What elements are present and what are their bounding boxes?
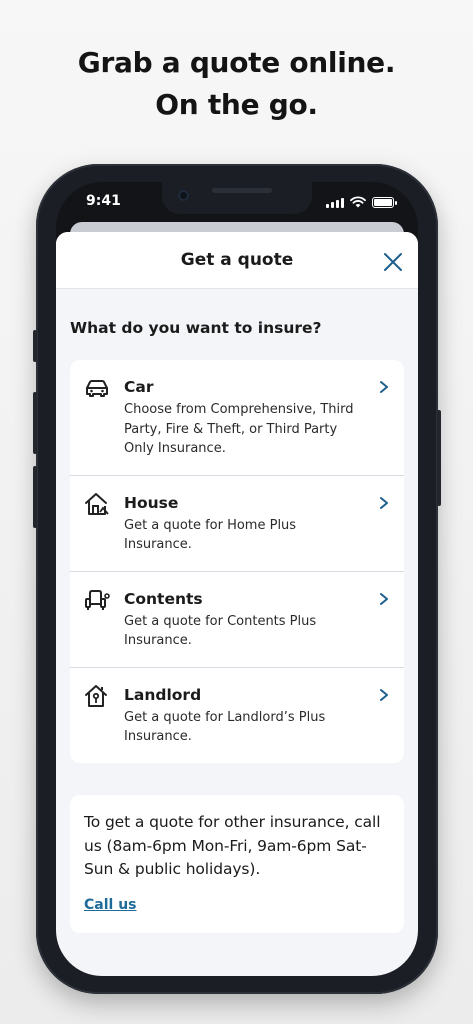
sheet-header: Get a quote — [56, 232, 418, 289]
option-landlord[interactable]: Landlord Get a quote for Landlord’s Plus… — [70, 668, 404, 763]
house-key-icon — [85, 684, 107, 707]
chevron-right-icon — [380, 688, 388, 701]
hero-line-1: Grab a quote online. — [77, 46, 396, 79]
option-landlord-title: Landlord — [124, 685, 202, 704]
call-us-link[interactable]: Call us — [84, 897, 137, 913]
status-time: 9:41 — [86, 193, 121, 209]
status-icons — [326, 196, 397, 208]
hero-line-2: On the go. — [155, 88, 318, 121]
option-house[interactable]: House Get a quote for Home Plus Insuranc… — [70, 476, 404, 572]
speaker-grille — [212, 188, 272, 193]
quote-sheet: Get a quote What do you want to insure? … — [56, 232, 418, 976]
option-car[interactable]: Car Choose from Comprehensive, Third Par… — [70, 360, 404, 476]
option-landlord-description: Get a quote for Landlord’s Plus Insuranc… — [124, 709, 326, 745]
other-insurance-info: To get a quote for other insurance, call… — [70, 795, 404, 933]
camera-icon — [178, 190, 189, 201]
volume-down-button — [33, 466, 37, 528]
insure-question: What do you want to insure? — [70, 319, 322, 337]
phone-frame: 9:41 Get a quote What do you want to ins… — [33, 164, 441, 994]
option-contents-title: Contents — [124, 589, 203, 608]
chevron-right-icon — [380, 496, 388, 509]
option-house-description: Get a quote for Home Plus Insurance. — [124, 517, 297, 553]
volume-up-button — [33, 392, 37, 454]
hero-headline: Grab a quote online. On the go. — [0, 42, 473, 126]
battery-icon — [372, 196, 397, 208]
option-car-title: Car — [124, 378, 154, 396]
notch — [162, 182, 312, 214]
car-icon — [86, 380, 108, 397]
wifi-icon — [350, 196, 366, 208]
phone-screen: 9:41 Get a quote What do you want to ins… — [56, 182, 418, 976]
option-house-title: House — [124, 493, 179, 512]
house-icon — [85, 492, 109, 515]
other-insurance-text: To get a quote for other insurance, call… — [84, 813, 381, 878]
sheet-title: Get a quote — [180, 250, 294, 270]
insurance-options-list: Car Choose from Comprehensive, Third Par… — [70, 360, 404, 763]
chevron-right-icon — [380, 381, 388, 393]
chevron-right-icon — [380, 592, 388, 605]
option-contents-description: Get a quote for Contents Plus Insurance. — [124, 613, 317, 649]
close-icon[interactable] — [382, 251, 404, 273]
option-contents[interactable]: Contents Get a quote for Contents Plus I… — [70, 572, 404, 668]
armchair-icon — [85, 589, 110, 610]
option-car-description: Choose from Comprehensive, Third Party, … — [124, 402, 354, 456]
mute-switch — [33, 330, 37, 362]
power-button — [437, 410, 441, 506]
signal-icon — [326, 197, 344, 208]
